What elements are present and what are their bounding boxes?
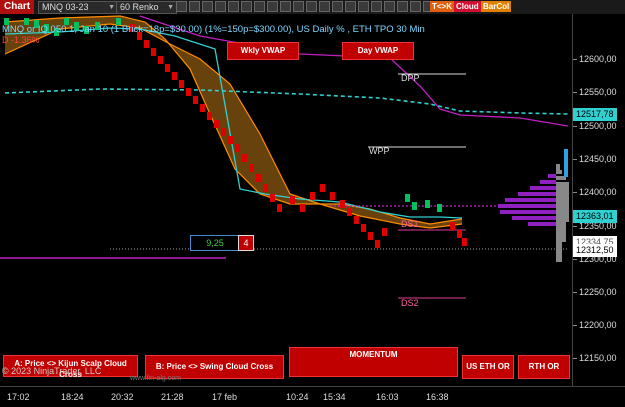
y-label: 12200,00: [579, 320, 617, 330]
y-tick: [573, 325, 577, 326]
toolbar-tool-5[interactable]: [228, 1, 239, 12]
toolbar-tool-8[interactable]: [267, 1, 278, 12]
bar-type-selector[interactable]: 60 Renko ▼: [116, 1, 177, 14]
daily-change-text: D -1.36%: [2, 35, 40, 45]
toolbar-tool-11[interactable]: [306, 1, 317, 12]
toolbar-tool-7[interactable]: [254, 1, 265, 12]
x-label: 10:24: [286, 392, 309, 402]
time-axis[interactable]: 17:02 18:24 20:32 21:28 17 feb 10:24 15:…: [0, 386, 625, 407]
y-label: 12400,00: [579, 187, 617, 197]
toolbar-tool-4[interactable]: [215, 1, 226, 12]
toolbar-tool-9[interactable]: [280, 1, 291, 12]
toolbar-tool-12[interactable]: [319, 1, 330, 12]
session-high-bar: [564, 149, 568, 177]
copyright-text: © 2023 NinjaTrader, LLC: [2, 366, 102, 376]
toolbar-tool-3[interactable]: [202, 1, 213, 12]
y-label: 12600,00: [579, 54, 617, 64]
y-tick: [573, 292, 577, 293]
price-chart-canvas: [0, 15, 569, 299]
wpp-label: WPP: [369, 146, 390, 156]
y-tick: [573, 192, 577, 193]
y-tick: [573, 226, 577, 227]
y-label: 12150,00: [579, 353, 617, 363]
watermark-text: www.fin-alg.com: [130, 375, 181, 382]
toolbar-tool-16[interactable]: [371, 1, 382, 12]
kijun-price-badge: 12517,78: [573, 108, 617, 121]
ds1-label: DS1: [401, 219, 419, 229]
x-label: 20:32: [111, 392, 134, 402]
price-chart-panel[interactable]: MNQ or IQ 050 1, Jan 10 (1 Brick=18p=$30…: [0, 14, 572, 386]
x-label: 17 feb: [212, 392, 238, 402]
y-label: 12500,00: [579, 121, 617, 131]
y-tick: [573, 259, 577, 260]
momentum-button[interactable]: MOMENTUM: [289, 347, 458, 377]
vwap-price-badge: 12363,01: [573, 210, 617, 223]
brick-counter-count: 4: [238, 235, 254, 251]
brick-counter-value: 9,25: [190, 235, 240, 251]
y-label: 12450,00: [579, 154, 617, 164]
us-eth-or-button[interactable]: US ETH OR: [462, 355, 514, 379]
toolbar-tool-10[interactable]: [293, 1, 304, 12]
y-tick: [573, 159, 577, 160]
last-price-badge: 12312,50: [573, 244, 617, 257]
y-label: 12550,00: [579, 87, 617, 97]
dpp-label: DPP: [401, 73, 420, 83]
tk-toggle-button[interactable]: T<>K: [430, 1, 455, 12]
toolbar-tool-19[interactable]: [410, 1, 421, 12]
x-label: 17:02: [7, 392, 30, 402]
instrument-label: MNQ 03-23: [42, 2, 89, 12]
y-tick: [573, 358, 577, 359]
chevron-down-icon: ▼: [167, 4, 174, 11]
instrument-selector[interactable]: MNQ 03-23 ▼: [38, 1, 118, 14]
x-label: 21:28: [161, 392, 184, 402]
price-axis[interactable]: 12600,00 12550,00 12500,00 12450,00 1240…: [572, 14, 625, 386]
weekly-vwap-button[interactable]: Wkly VWAP: [227, 42, 299, 60]
chart-tab[interactable]: Chart: [0, 0, 35, 14]
cloud-toggle-button[interactable]: Cloud: [454, 1, 481, 12]
day-vwap-button[interactable]: Day VWAP: [342, 42, 414, 60]
x-label: 18:24: [61, 392, 84, 402]
chart-info-line: MNQ or IQ 050 1, Jan 10 (1 Brick=18p=$30…: [2, 24, 425, 35]
toolbar-tool-13[interactable]: [332, 1, 343, 12]
rth-or-button[interactable]: RTH OR: [518, 355, 570, 379]
barcol-toggle-button[interactable]: BarCol: [481, 1, 512, 12]
volume-profile-gray: [556, 164, 569, 262]
day-vwap-line: [4, 88, 569, 115]
x-label: 15:34: [323, 392, 346, 402]
x-label: 16:38: [426, 392, 449, 402]
toolbar-tool-14[interactable]: [345, 1, 356, 12]
toolbar-tool-1[interactable]: [176, 1, 187, 12]
chevron-down-icon: ▼: [108, 4, 115, 11]
bar-type-label: 60 Renko: [120, 2, 159, 12]
toolbar-tool-6[interactable]: [241, 1, 252, 12]
y-tick: [573, 59, 577, 60]
toolbar-tool-15[interactable]: [358, 1, 369, 12]
toolbar-tool-17[interactable]: [384, 1, 395, 12]
y-label: 12250,00: [579, 287, 617, 297]
chart-toolbar: Chart MNQ 03-23 ▼ 60 Renko ▼ T<>K Cloud Ba…: [0, 0, 625, 14]
y-tick: [573, 92, 577, 93]
toolbar-tool-2[interactable]: [189, 1, 200, 12]
x-label: 16:03: [376, 392, 399, 402]
y-tick: [573, 126, 577, 127]
toolbar-tool-18[interactable]: [397, 1, 408, 12]
ds2-label: DS2: [401, 298, 419, 308]
volume-profile: [498, 174, 556, 226]
